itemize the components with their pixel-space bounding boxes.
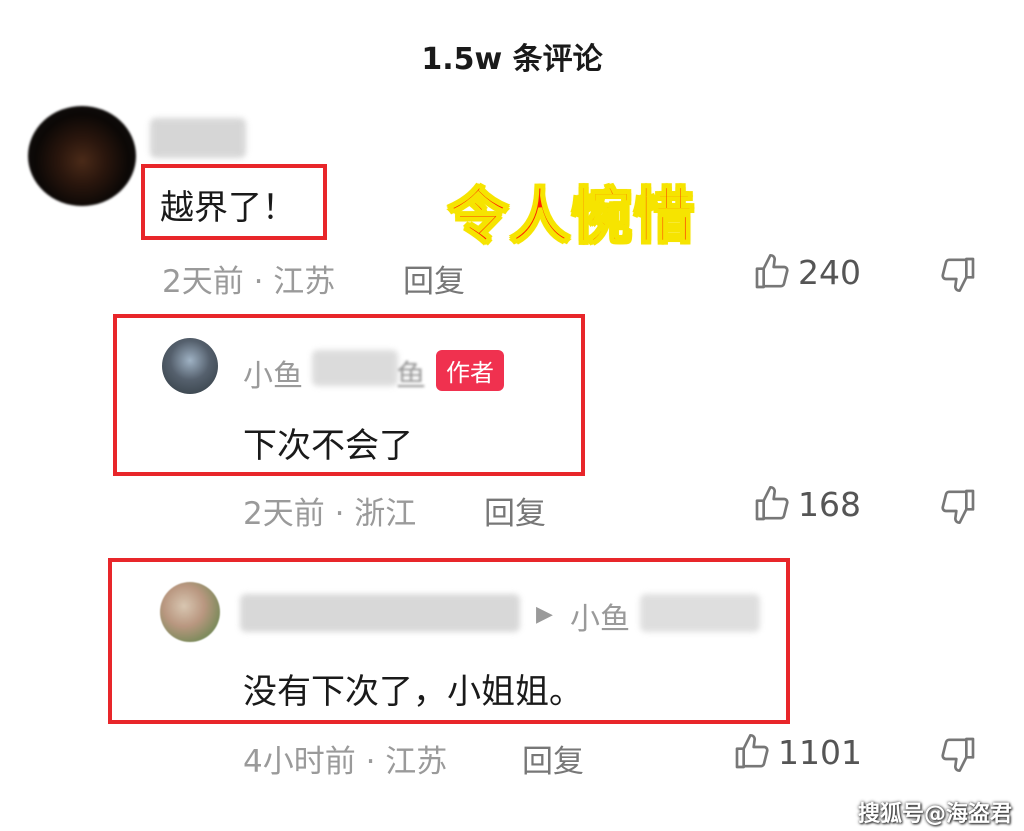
username-suffix: 鱼 (396, 359, 426, 394)
like-count: 168 (798, 484, 861, 524)
like-count: 240 (798, 252, 861, 292)
username[interactable]: 小鱼 (243, 351, 303, 395)
blurred-username[interactable] (150, 118, 246, 158)
thumbs-down-icon[interactable] (938, 254, 978, 294)
comment-time-location: 2天前 · 江苏 (162, 264, 336, 300)
author-badge: 作者 (436, 350, 504, 391)
blurred-username (640, 594, 760, 632)
like-count: 1101 (778, 732, 862, 772)
comment-time-location: 2天前 · 浙江 (243, 496, 417, 532)
like-button[interactable]: 168 (752, 484, 861, 524)
blurred-username[interactable] (240, 594, 520, 632)
comment-text: 没有下次了，小姐姐。 (243, 672, 583, 712)
reply-button[interactable]: 回复 (403, 256, 465, 301)
watermark: 搜狐号@海盗君 (858, 802, 1013, 827)
like-button[interactable]: 240 (752, 252, 861, 292)
comment-text: 越界了！ (160, 188, 296, 228)
like-button[interactable]: 1101 (732, 732, 862, 772)
comment-time-location: 4小时前 · 江苏 (243, 744, 448, 780)
thumbs-down-icon[interactable] (938, 486, 978, 526)
reply-to-username[interactable]: 小鱼 (570, 594, 630, 638)
thumbs-up-icon (752, 252, 792, 292)
reply-button[interactable]: 回复 (484, 488, 546, 533)
avatar[interactable] (160, 582, 220, 642)
reply-arrow-icon: ▶ (536, 602, 553, 627)
overlay-caption: 令人惋惜 (447, 181, 696, 253)
comment-text: 下次不会了 (243, 426, 413, 466)
reply-button[interactable]: 回复 (522, 736, 584, 781)
avatar[interactable] (162, 338, 218, 394)
comments-count-title: 1.5w 条评论 (421, 42, 603, 77)
avatar[interactable] (28, 106, 136, 206)
blurred-username (312, 350, 398, 386)
thumbs-up-icon (732, 732, 772, 772)
thumbs-down-icon[interactable] (938, 734, 978, 774)
thumbs-up-icon (752, 484, 792, 524)
